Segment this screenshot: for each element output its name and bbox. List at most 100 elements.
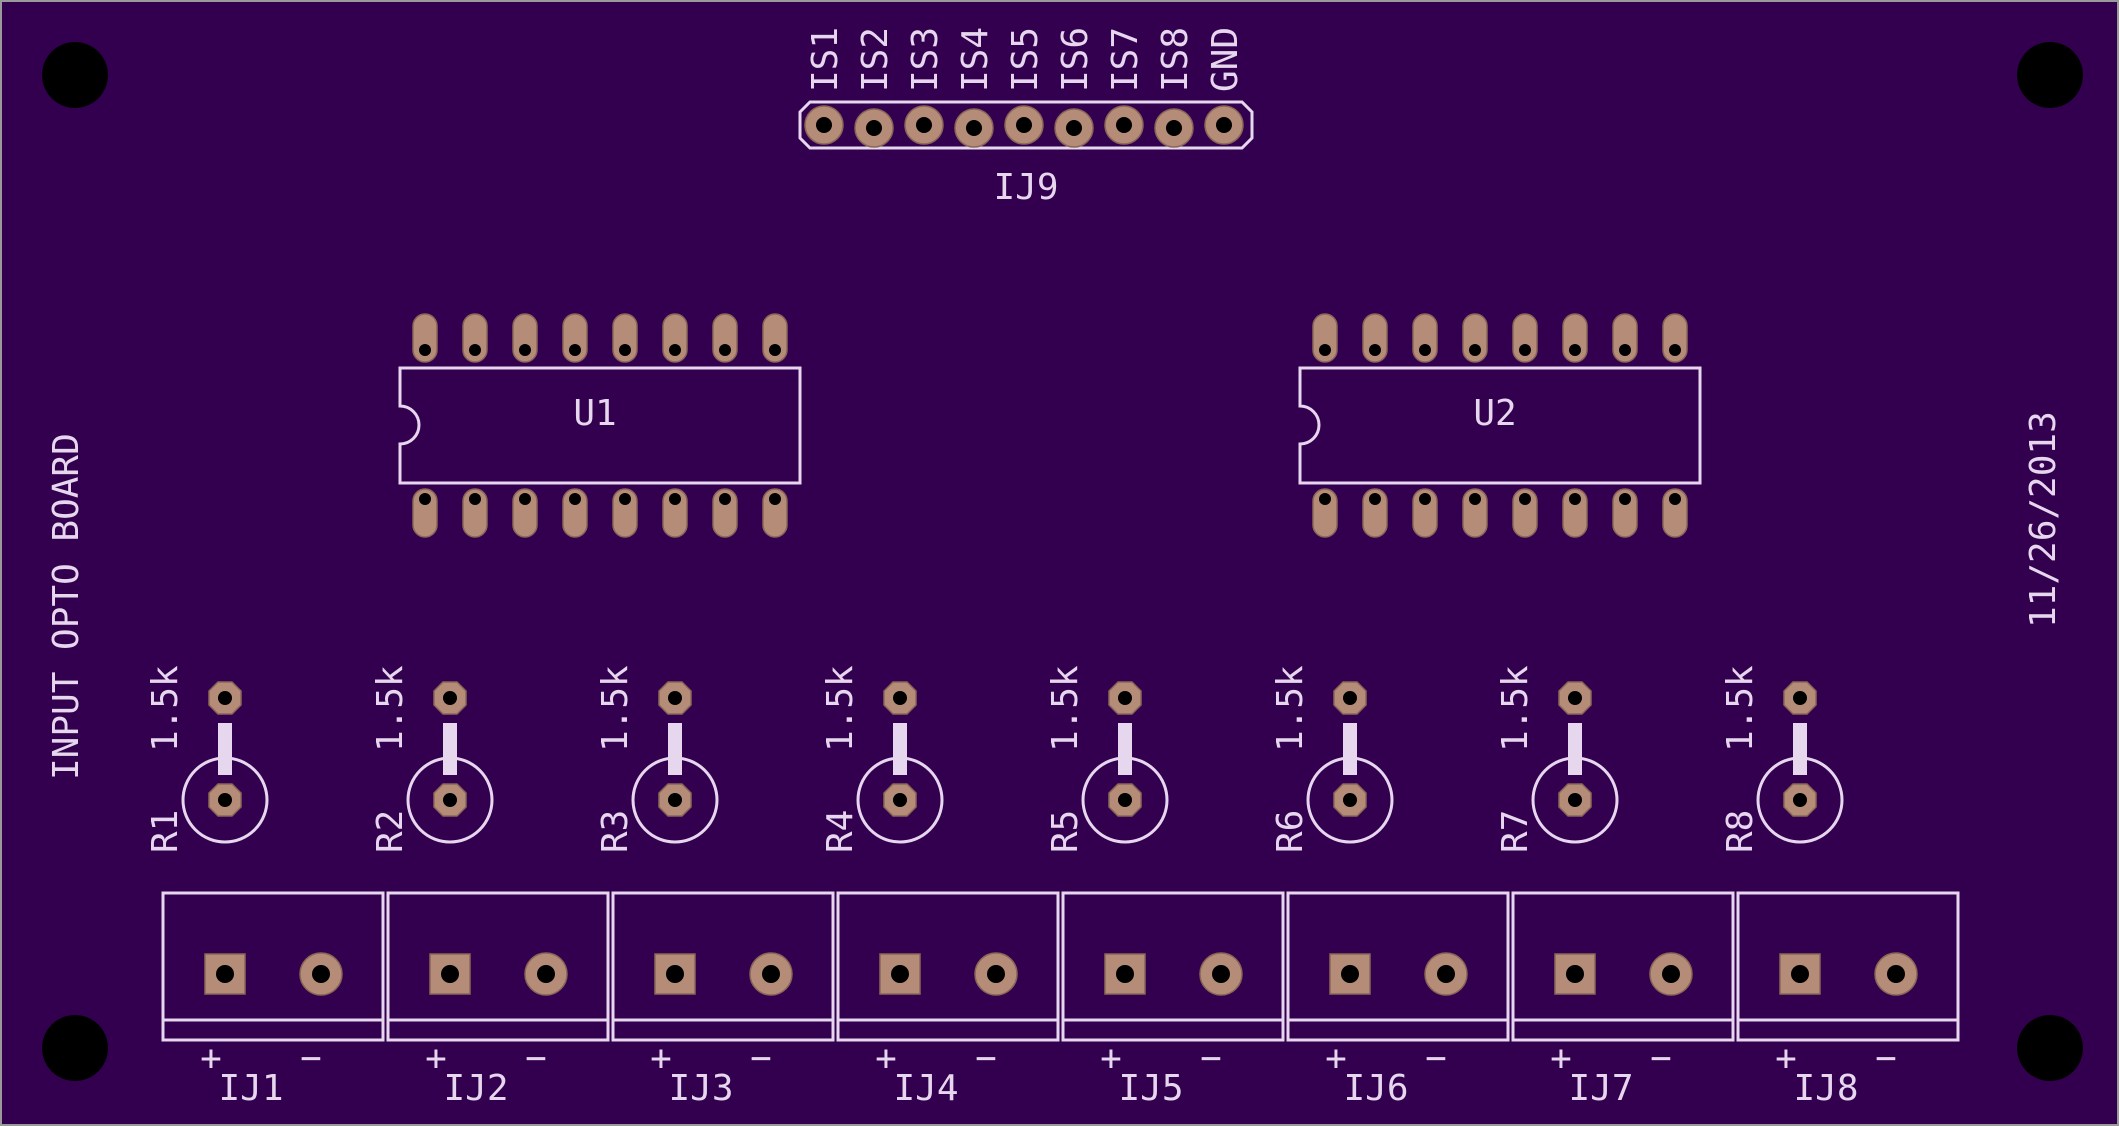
chip-designator: U1: [573, 393, 616, 434]
chip-drill: [1569, 493, 1581, 505]
header-drill: [1066, 120, 1082, 136]
resistor-value: 1.5k: [595, 665, 636, 752]
chip-drill: [469, 493, 481, 505]
connector-designator: IJ3: [668, 1068, 733, 1109]
chip-drill: [1419, 493, 1431, 505]
connector-drill: [1662, 965, 1680, 983]
connector-drill: [312, 965, 330, 983]
resistor-designator: R8: [1720, 810, 1761, 853]
chip-drill: [769, 344, 781, 356]
chip-drill: [569, 344, 581, 356]
resistor-drill-bottom: [218, 793, 232, 807]
header-drill: [866, 120, 882, 136]
mounting-hole-top-left: [42, 42, 108, 108]
header-drill: [966, 120, 982, 136]
resistor-value: 1.5k: [370, 665, 411, 752]
chip-drill: [619, 493, 631, 505]
resistor-drill-bottom: [443, 793, 457, 807]
header-pin-label: IS6: [1055, 27, 1096, 92]
resistor-drill-top: [218, 691, 232, 705]
chip-drill: [1419, 344, 1431, 356]
chip-drill: [669, 344, 681, 356]
header-drill: [1216, 117, 1232, 133]
resistor-value: 1.5k: [1270, 665, 1311, 752]
resistor-drill-top: [1118, 691, 1132, 705]
chip-drill: [519, 493, 531, 505]
chip-drill: [1369, 344, 1381, 356]
chip-drill: [1619, 344, 1631, 356]
connector-minus-label: −: [1650, 1038, 1672, 1079]
chip-drill: [719, 344, 731, 356]
resistor-designator: R4: [820, 810, 861, 853]
chip-drill: [1469, 344, 1481, 356]
chip-drill: [769, 493, 781, 505]
header-drill: [1116, 117, 1132, 133]
chip-drill: [1469, 493, 1481, 505]
chip-drill: [1369, 493, 1381, 505]
resistor-drill-bottom: [1118, 793, 1132, 807]
pcb-layout: INPUT OPTO BOARD 11/26/2013 IJ9 IS1 IS2 IS…: [0, 0, 2119, 1126]
resistor-lead-silk: [1568, 723, 1582, 775]
header-drill: [1166, 120, 1182, 136]
header-pin-label: GND: [1205, 27, 1246, 92]
resistor-drill-bottom: [1343, 793, 1357, 807]
chip-drill: [1619, 493, 1631, 505]
header-pin-label: IS7: [1105, 27, 1146, 92]
connector-designator: IJ8: [1793, 1068, 1858, 1109]
resistor-value: 1.5k: [1720, 665, 1761, 752]
mounting-hole-bottom-left: [42, 1015, 108, 1081]
connector-designator: IJ4: [893, 1068, 958, 1109]
resistor-drill-bottom: [668, 793, 682, 807]
header-pin-label: IS5: [1005, 27, 1046, 92]
resistor-lead-silk: [893, 723, 907, 775]
connector-drill: [666, 965, 684, 983]
header-pin-label: IS2: [855, 27, 896, 92]
resistor-designator: R5: [1045, 810, 1086, 853]
board-title: INPUT OPTO BOARD: [46, 433, 87, 780]
resistor-designator: R7: [1495, 810, 1536, 853]
pcb-board-view: INPUT OPTO BOARD 11/26/2013 IJ9 IS1 IS2 IS…: [0, 0, 2119, 1126]
resistor-lead-silk: [1118, 723, 1132, 775]
resistor-drill-top: [893, 691, 907, 705]
resistor-value: 1.5k: [145, 665, 186, 752]
resistor-designator: R3: [595, 810, 636, 853]
connector-drill: [1437, 965, 1455, 983]
chip-drill: [1669, 493, 1681, 505]
header-drill: [916, 117, 932, 133]
resistor-drill-top: [668, 691, 682, 705]
chip-drill: [1319, 344, 1331, 356]
connector-drill: [891, 965, 909, 983]
chip-drill: [1519, 344, 1531, 356]
connector-minus-label: −: [525, 1038, 547, 1079]
chip-drill: [1319, 493, 1331, 505]
resistor-drill-top: [1793, 691, 1807, 705]
mounting-hole-top-right: [2017, 42, 2083, 108]
connector-drill: [441, 965, 459, 983]
chip-drill: [419, 493, 431, 505]
resistor-drill-bottom: [1568, 793, 1582, 807]
connector-designator: IJ5: [1118, 1068, 1183, 1109]
chip-drill: [569, 493, 581, 505]
chip-designator: U2: [1473, 393, 1516, 434]
connector-drill: [1791, 965, 1809, 983]
connector-drill: [762, 965, 780, 983]
connector-minus-label: −: [750, 1038, 772, 1079]
connector-designator: IJ7: [1568, 1068, 1633, 1109]
connector-designator: IJ2: [443, 1068, 508, 1109]
connector-minus-label: −: [1200, 1038, 1222, 1079]
header-drill: [1016, 117, 1032, 133]
connector-drill: [1341, 965, 1359, 983]
chip-drill: [719, 493, 731, 505]
connector-minus-label: −: [1875, 1038, 1897, 1079]
connector-drill: [1116, 965, 1134, 983]
resistor-designator: R2: [370, 810, 411, 853]
connector-designator: IJ6: [1343, 1068, 1408, 1109]
resistor-drill-top: [1343, 691, 1357, 705]
resistor-value: 1.5k: [1495, 665, 1536, 752]
header-pin-label: IS1: [805, 27, 846, 92]
header-drill: [816, 117, 832, 133]
connector-drill: [1566, 965, 1584, 983]
resistor-lead-silk: [218, 723, 232, 775]
resistor-lead-silk: [443, 723, 457, 775]
connector-drill: [537, 965, 555, 983]
